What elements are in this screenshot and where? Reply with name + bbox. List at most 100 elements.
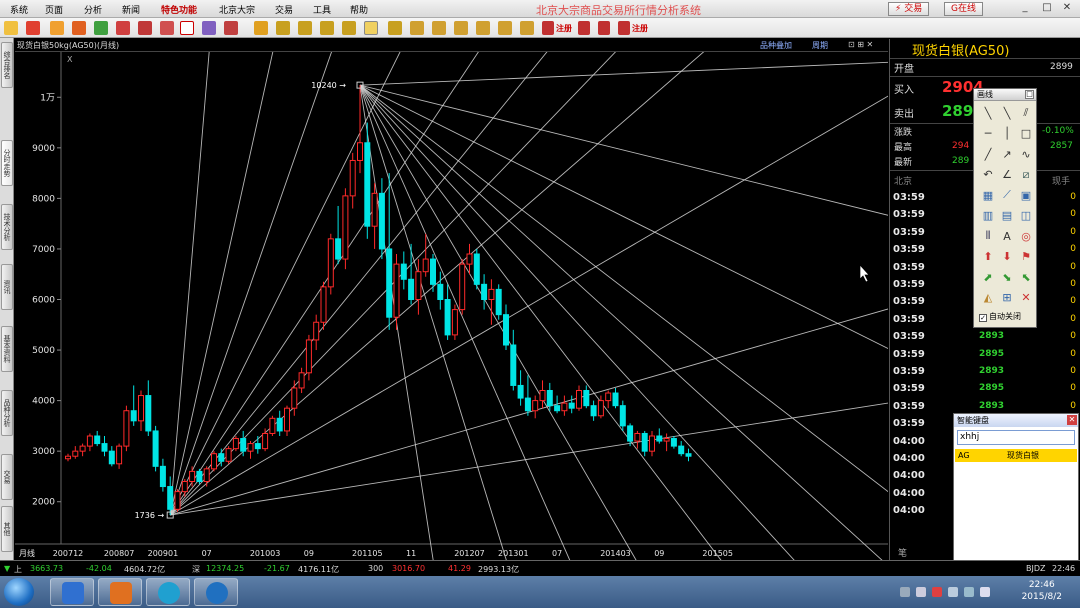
menu-page[interactable]: 页面: [45, 3, 63, 16]
tick-row[interactable]: 03:59 2893 0: [893, 329, 1079, 346]
list-icon[interactable]: [50, 21, 64, 35]
menu-beijing-bulk[interactable]: 北京大宗: [219, 3, 255, 16]
keyboard-result-row[interactable]: AG 现货白银: [955, 449, 1077, 462]
down-arrow-icon[interactable]: ⬇: [999, 249, 1015, 265]
tray-icon[interactable]: [900, 587, 910, 597]
tray-icon[interactable]: [932, 587, 942, 597]
taskbar-app-1[interactable]: [50, 578, 94, 606]
menu-features[interactable]: 特色功能: [161, 3, 197, 16]
wave-icon[interactable]: ∿: [1018, 146, 1034, 162]
tab-trade[interactable]: 交易: [1, 454, 13, 500]
online-status-button[interactable]: G在线: [944, 2, 983, 16]
calc-icon[interactable]: [320, 21, 334, 35]
tab-news[interactable]: 资讯: [1, 264, 13, 310]
text-icon[interactable]: A: [999, 228, 1015, 244]
taskbar-app-2[interactable]: [98, 578, 142, 606]
menu-system[interactable]: 系统: [10, 3, 28, 16]
chart-icon[interactable]: [72, 21, 86, 35]
refresh-icon[interactable]: [94, 21, 108, 35]
channel-icon[interactable]: ⧄: [1018, 167, 1034, 183]
flag-icon[interactable]: [364, 21, 378, 35]
menu-analysis[interactable]: 分析: [84, 3, 102, 16]
tab-basic-info[interactable]: 基本资料: [1, 326, 13, 372]
tray-icon[interactable]: [964, 587, 974, 597]
menu-tools[interactable]: 工具: [313, 3, 331, 16]
system-clock[interactable]: 22:46 2015/8/2: [1022, 579, 1062, 603]
f10-icon[interactable]: [388, 21, 402, 35]
info-icon[interactable]: [598, 21, 610, 35]
register-icon[interactable]: [542, 21, 554, 35]
palette-close-icon[interactable]: □: [1025, 90, 1034, 99]
keyboard-close-icon[interactable]: ✕: [1067, 415, 1077, 425]
register-link[interactable]: 注册: [556, 23, 572, 34]
up-arrow-icon[interactable]: ⬆: [980, 249, 996, 265]
menu-news[interactable]: 新闻: [122, 3, 140, 16]
register-link-2[interactable]: 注册: [632, 23, 648, 34]
parallel-icon[interactable]: ⫽: [1018, 105, 1034, 121]
keyboard-input[interactable]: xhhj: [957, 430, 1075, 445]
overlay-link[interactable]: 品种叠加: [760, 40, 792, 51]
tab-other[interactable]: 其他: [1, 506, 13, 552]
star-icon[interactable]: [4, 21, 18, 35]
tick-row[interactable]: 03:59 2893 0: [893, 364, 1079, 381]
draw-pen-icon[interactable]: [180, 21, 194, 35]
segment-icon[interactable]: ╱: [980, 146, 996, 162]
tray-icon[interactable]: [916, 587, 926, 597]
period-link[interactable]: 周期: [812, 40, 828, 51]
gann-icon[interactable]: ◫: [1018, 208, 1034, 224]
minimize-icon[interactable]: _: [1018, 2, 1032, 15]
tray-icon[interactable]: [948, 587, 958, 597]
layout-icon[interactable]: [520, 21, 534, 35]
rect-icon[interactable]: □: [1018, 126, 1034, 142]
compare-icon[interactable]: [432, 21, 446, 35]
fan-icon[interactable]: ⟋: [999, 187, 1015, 203]
tool-icon[interactable]: [202, 21, 216, 35]
tab-ranking[interactable]: 综合排名: [1, 42, 13, 88]
select-icon[interactable]: ⊞: [999, 290, 1015, 306]
circle-icon[interactable]: ◎: [1018, 228, 1034, 244]
ruler-icon[interactable]: ◭: [980, 290, 996, 306]
up-mark-icon[interactable]: ⬈: [980, 269, 996, 285]
home-icon[interactable]: [26, 21, 40, 35]
sync-icon[interactable]: [454, 21, 468, 35]
period-icon[interactable]: ⫴: [980, 228, 996, 244]
hline-icon[interactable]: ─: [980, 126, 996, 142]
tray-icon[interactable]: [980, 587, 990, 597]
autoclose-checkbox[interactable]: ✓ 自动关闭: [979, 311, 1021, 322]
ray-icon[interactable]: ╲: [999, 105, 1015, 121]
zoom-in-icon[interactable]: [116, 21, 130, 35]
close-icon[interactable]: ✕: [1060, 2, 1074, 15]
angle-icon[interactable]: ∠: [999, 167, 1015, 183]
menu-help[interactable]: 帮助: [350, 3, 368, 16]
candlestick-chart[interactable]: X 1万 9000 8000 7000 6000 5000 4000 3000 2000 月线 200…: [15, 52, 888, 560]
fib-icon[interactable]: ▦: [980, 187, 996, 203]
tab-intraday[interactable]: 分时走势: [1, 140, 13, 186]
x-icon[interactable]: [410, 21, 424, 35]
tab-trades[interactable]: 笔: [898, 546, 907, 559]
menu-trade[interactable]: 交易: [275, 3, 293, 16]
funnel-icon[interactable]: [224, 21, 238, 35]
indicator-icon[interactable]: [160, 21, 174, 35]
report-icon[interactable]: [298, 21, 312, 35]
note-icon[interactable]: [342, 21, 356, 35]
line-icon[interactable]: ╲: [980, 105, 996, 121]
maximize-icon[interactable]: □: [1040, 2, 1054, 15]
arc-icon[interactable]: ↶: [980, 167, 996, 183]
period-icon[interactable]: [476, 21, 490, 35]
help-icon[interactable]: [618, 21, 630, 35]
trade-button[interactable]: ⚡ 交易: [888, 2, 930, 16]
zoom-out-icon[interactable]: [138, 21, 152, 35]
taskbar-app-3[interactable]: [146, 578, 190, 606]
flag-icon[interactable]: ⚑: [1018, 249, 1034, 265]
start-button-icon[interactable]: [4, 578, 34, 606]
taskbar-app-4[interactable]: [194, 578, 238, 606]
account-icon[interactable]: [578, 21, 590, 35]
trend-icon[interactable]: ⬉: [1018, 269, 1034, 285]
down-mark-icon[interactable]: ⬊: [999, 269, 1015, 285]
tab-technical[interactable]: 技术分析: [1, 204, 13, 250]
tab-product[interactable]: 品种分析: [1, 390, 13, 436]
cycle-icon[interactable]: ▤: [999, 208, 1015, 224]
tick-row[interactable]: 03:59 2895 0: [893, 381, 1079, 398]
vline-icon[interactable]: │: [999, 126, 1015, 142]
tick-row[interactable]: 03:59 2895 0: [893, 347, 1079, 364]
